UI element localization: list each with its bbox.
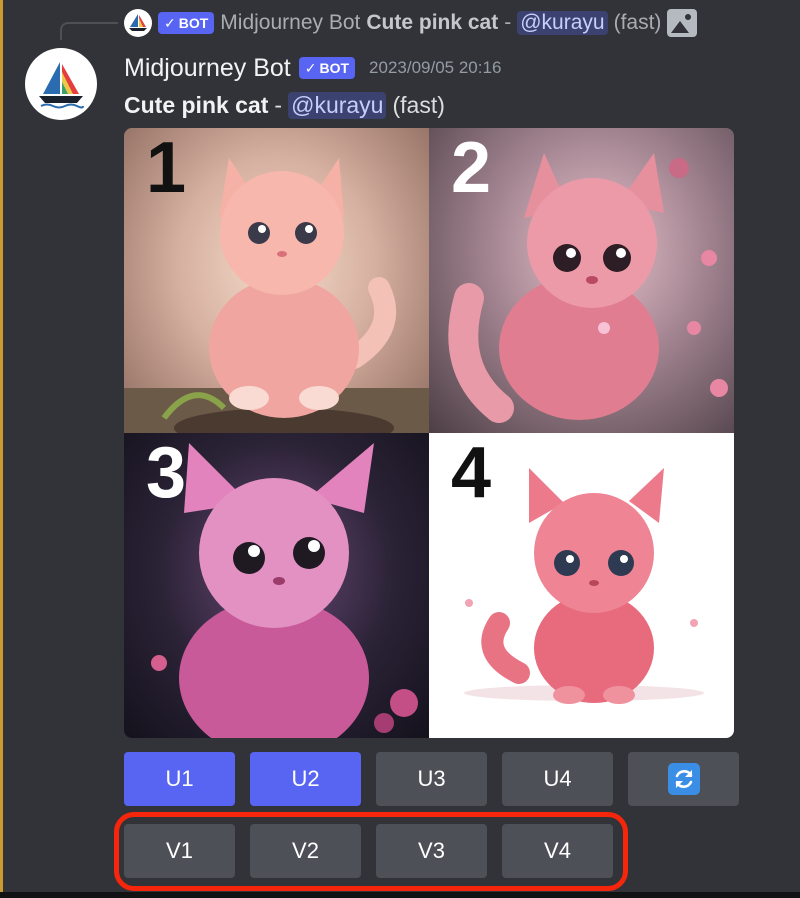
- v4-button[interactable]: V4: [502, 824, 613, 878]
- image-attachment-icon: [667, 9, 698, 37]
- verified-check-icon: ✓: [164, 14, 176, 31]
- reply-prompt: Cute pink cat: [366, 11, 499, 34]
- reply-mention[interactable]: @kurayu: [517, 11, 608, 35]
- user-mention[interactable]: @kurayu: [288, 91, 387, 119]
- refresh-icon: [667, 763, 700, 795]
- message-accent-bar: [0, 0, 3, 898]
- bottom-strip: [0, 892, 800, 898]
- grid-image-1[interactable]: 1: [124, 128, 429, 433]
- u4-button[interactable]: U4: [502, 752, 613, 806]
- u1-button[interactable]: U1: [124, 752, 235, 806]
- reply-bot-name[interactable]: Midjourney Bot: [220, 11, 360, 35]
- image-grid[interactable]: 1 2 3 4: [124, 128, 734, 738]
- reply-spine: [60, 22, 118, 40]
- timestamp: 2023/09/05 20:16: [369, 58, 502, 77]
- verified-check-icon: ✓: [304, 59, 317, 76]
- avatar[interactable]: [25, 48, 97, 120]
- message-header: Midjourney Bot ✓ BOT 2023/09/05 20:16: [124, 50, 501, 86]
- username[interactable]: Midjourney Bot: [124, 54, 291, 83]
- grid-number-4: 4: [451, 433, 492, 513]
- reply-speed: (fast): [613, 11, 662, 34]
- reply-separator: -: [504, 11, 512, 34]
- grid-number-2: 2: [451, 128, 492, 208]
- grid-image-2[interactable]: 2: [429, 128, 734, 433]
- prompt-separator: -: [274, 91, 283, 118]
- grid-number-3: 3: [146, 433, 187, 513]
- v1-button[interactable]: V1: [124, 824, 235, 878]
- grid-number-1: 1: [146, 128, 187, 208]
- v3-button[interactable]: V3: [376, 824, 487, 878]
- message-content: Cute pink cat - @kurayu (fast): [124, 88, 445, 122]
- reply-avatar[interactable]: [124, 9, 152, 37]
- u2-button[interactable]: U2: [250, 752, 361, 806]
- variation-button-row: V1 V2 V3 V4: [124, 824, 613, 878]
- sailboat-logo-icon: [39, 62, 84, 109]
- reply-preview[interactable]: ✓ BOT Midjourney Bot Cute pink cat - @kur…: [124, 8, 698, 38]
- prompt-text: Cute pink cat: [124, 91, 269, 118]
- reroll-button[interactable]: [628, 752, 739, 806]
- bot-tag: ✓ BOT: [298, 57, 356, 79]
- v2-button[interactable]: V2: [250, 824, 361, 878]
- speed-label: (fast): [392, 91, 445, 118]
- u3-button[interactable]: U3: [376, 752, 487, 806]
- upscale-button-row: U1 U2 U3 U4: [124, 752, 739, 806]
- reply-bot-tag: ✓ BOT: [158, 12, 215, 34]
- grid-image-4[interactable]: 4: [429, 433, 734, 738]
- grid-image-3[interactable]: 3: [124, 433, 429, 738]
- sailboat-icon: [129, 14, 147, 31]
